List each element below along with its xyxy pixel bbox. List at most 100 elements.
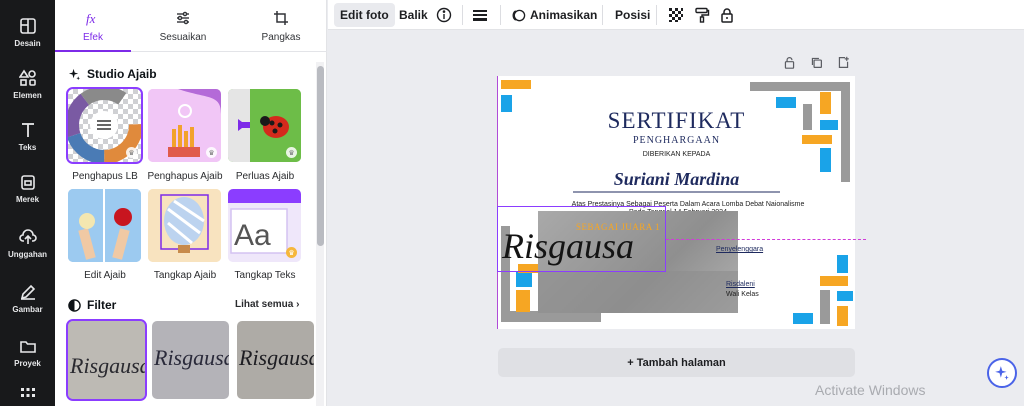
- see-all-link[interactable]: Lihat semua ›: [235, 299, 299, 310]
- tab-label: Pangkas: [261, 31, 301, 43]
- crown-icon: ♛: [286, 147, 297, 158]
- toolbar-divider: [656, 5, 657, 25]
- tool-label: Penghapus LB: [72, 171, 138, 182]
- rail-item-desain[interactable]: Desain: [0, 4, 55, 60]
- rail-label: Unggahan: [7, 249, 48, 259]
- magic-assistant-button[interactable]: [987, 358, 1017, 388]
- tool-penghapus-ajaib[interactable]: ♛: [148, 89, 221, 162]
- lock-button[interactable]: [719, 3, 735, 27]
- active-tab-underline: [55, 50, 131, 52]
- rail-item-merek[interactable]: Merek: [0, 160, 55, 216]
- filter-heading: Filter: [68, 298, 116, 312]
- certificate-given-to: DIBERIKAN KEPADA: [642, 151, 711, 158]
- top-toolbar: Edit foto Balik Animasikan Posisi: [328, 0, 1024, 30]
- rail-item-teks[interactable]: Teks: [0, 108, 55, 164]
- crown-icon: ♛: [286, 247, 297, 258]
- tool-perluas-ajaib[interactable]: ♛: [228, 89, 301, 162]
- posisi-button[interactable]: Posisi: [615, 3, 650, 27]
- lock-icon: [721, 8, 733, 23]
- toolbar-divider: [462, 5, 463, 25]
- rail-label: Proyek: [14, 358, 41, 368]
- brand-icon: [20, 174, 35, 190]
- rail-item-unggahan[interactable]: Unggahan: [0, 215, 55, 271]
- tab-efek[interactable]: fx Efek: [55, 0, 131, 52]
- tool-label: Penghapus Ajaib: [147, 171, 223, 182]
- layout-icon: [19, 17, 36, 34]
- certificate-subtitle: PENGHARGAAN: [632, 135, 721, 146]
- recipient-name: Suriani Mardina: [613, 169, 740, 189]
- upload-icon: [18, 228, 37, 244]
- rail-item-gambar[interactable]: Gambar: [0, 270, 55, 326]
- rail-label: Merek: [15, 194, 40, 204]
- rail-label: Gambar: [12, 304, 43, 314]
- grid-icon: [20, 388, 35, 397]
- sparkle-icon: [995, 366, 1009, 380]
- tool-label: Tangkap Ajaib: [153, 270, 217, 281]
- filter-thumb[interactable]: Risgausa: [66, 319, 147, 401]
- studio-ajaib-heading: Studio Ajaib: [68, 67, 157, 81]
- border-style-button[interactable]: [472, 3, 488, 27]
- activate-windows-watermark: Activate Windows: [815, 382, 926, 398]
- magic-grab-preview: [148, 189, 221, 262]
- edit-foto-button[interactable]: Edit foto: [334, 3, 395, 27]
- filter-preview: Risgausa: [238, 345, 314, 370]
- toolbar-divider: [500, 5, 501, 25]
- tool-tangkap-ajaib[interactable]: [148, 189, 221, 262]
- lock-page-button[interactable]: [783, 56, 796, 69]
- crown-icon: ♛: [206, 147, 217, 158]
- tool-label: Perluas Ajaib: [235, 171, 295, 182]
- paint-roller-icon: [695, 7, 710, 23]
- rail-label: Teks: [18, 142, 37, 152]
- rail-item-proyek[interactable]: Proyek: [0, 324, 55, 380]
- crown-icon: ♛: [126, 147, 137, 158]
- svg-text:Risgausa: Risgausa: [238, 345, 314, 370]
- rail-label: Desain: [14, 38, 41, 48]
- tool-edit-ajaib[interactable]: [68, 189, 141, 262]
- panel-scrollbar[interactable]: [317, 66, 324, 246]
- filter-thumb[interactable]: Risgausa: [152, 321, 229, 399]
- selection-box[interactable]: [497, 206, 666, 272]
- toolbar-divider: [602, 5, 603, 25]
- tab-sesuaikan[interactable]: Sesuaikan: [145, 0, 221, 52]
- line-weight-icon: [473, 10, 487, 21]
- tool-penghapus-lb[interactable]: ♛: [66, 87, 143, 164]
- copy-style-button[interactable]: [694, 3, 710, 27]
- tab-pangkas[interactable]: Pangkas: [243, 0, 319, 52]
- balik-button[interactable]: Balik: [399, 3, 428, 27]
- signer-role: Wali Kelas: [726, 291, 759, 298]
- add-page-icon: [838, 56, 849, 68]
- tab-label: Sesuaikan: [159, 31, 207, 43]
- svg-text:fx: fx: [86, 11, 96, 26]
- add-page-button[interactable]: + Tambah halaman: [498, 348, 855, 377]
- lock-icon: [784, 57, 795, 69]
- text-icon: [21, 122, 34, 137]
- transparency-icon: [669, 8, 683, 22]
- duplicate-page-button[interactable]: [810, 56, 823, 69]
- magic-edit-preview: [68, 189, 141, 262]
- info-button[interactable]: [436, 3, 452, 27]
- sliders-icon: [177, 11, 189, 24]
- filter-preview: Risgausa: [69, 353, 145, 378]
- tool-label: Tangkap Teks: [234, 270, 296, 281]
- rail-item-elemen[interactable]: Elemen: [0, 56, 55, 112]
- effects-panel: fx Efek Sesuaikan Pangkas Studio Ajaib ♛: [55, 0, 327, 406]
- tool-label: Edit Ajaib: [84, 270, 126, 281]
- info-icon: [436, 7, 452, 23]
- fx-icon: fx: [86, 11, 96, 26]
- add-page-icon-button[interactable]: [837, 56, 850, 69]
- filter-thumb[interactable]: Risgausa: [237, 321, 314, 399]
- rail-item-apps[interactable]: [0, 380, 55, 406]
- tab-label: Efek: [82, 31, 103, 43]
- panel-tabs: fx Efek Sesuaikan Pangkas: [55, 0, 327, 52]
- certificate-page[interactable]: SERTIFIKAT PENGHARGAAN DIBERIKAN KEPADA …: [498, 76, 855, 329]
- alignment-guide-horizontal: [666, 239, 866, 240]
- transparency-button[interactable]: [668, 3, 684, 27]
- rail-label: Elemen: [13, 90, 42, 100]
- filter-preview: Risgausa: [153, 345, 229, 370]
- svg-text:Risgausa: Risgausa: [69, 353, 145, 378]
- organizer-label: Penyelenggara: [716, 246, 764, 253]
- draw-icon: [20, 284, 35, 300]
- tool-tangkap-teks[interactable]: Aa ♛: [228, 189, 301, 262]
- animasikan-button[interactable]: Animasikan: [511, 3, 597, 27]
- chevron-right-icon: ›: [296, 299, 300, 310]
